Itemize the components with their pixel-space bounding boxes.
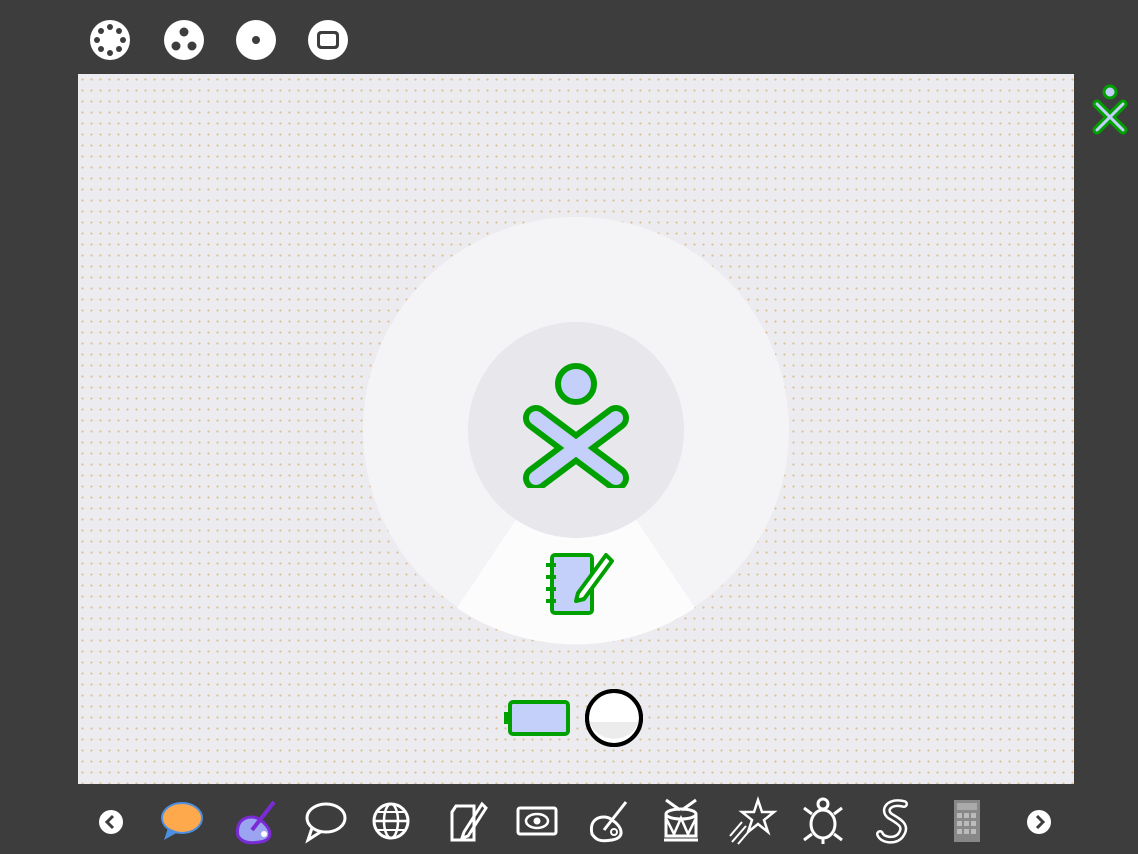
drum-icon <box>664 798 698 842</box>
neighborhood-icon <box>90 20 130 60</box>
scroll-right-button[interactable] <box>1026 809 1052 835</box>
eye-icon <box>516 806 558 836</box>
activity-view-button[interactable] <box>306 18 350 62</box>
journal-icon <box>546 553 614 615</box>
activity-turtle-button[interactable] <box>798 796 848 846</box>
sugar-frame <box>0 0 1138 854</box>
activity-bar <box>0 790 1138 850</box>
turtle-icon <box>803 797 843 844</box>
buddy-xo-button[interactable] <box>1088 82 1132 140</box>
activity-browse-button[interactable] <box>366 796 416 846</box>
paint-icon <box>236 800 276 845</box>
activity-chat-button[interactable] <box>156 796 206 846</box>
journal-activity-button[interactable] <box>538 549 618 625</box>
network-device[interactable] <box>584 688 644 748</box>
activity-icon <box>308 20 348 60</box>
battery-icon <box>504 700 570 736</box>
scroll-left-button[interactable] <box>98 809 124 835</box>
globe-icon <box>372 802 410 840</box>
buddy-xo-icon <box>1092 84 1128 135</box>
group-view-button[interactable] <box>162 18 206 62</box>
activity-star-button[interactable] <box>728 796 778 846</box>
zoom-bar <box>88 18 358 62</box>
network-icon <box>585 689 643 747</box>
chevron-right-icon <box>1027 810 1051 834</box>
activity-tamtam-button[interactable] <box>656 796 706 846</box>
xo-owner-button[interactable] <box>522 360 630 491</box>
activity-record-button[interactable] <box>512 796 562 846</box>
brush-icon <box>589 801 628 843</box>
calculator-icon <box>954 800 980 842</box>
shooting-star-icon <box>729 796 778 845</box>
activity-write-button[interactable] <box>442 796 492 846</box>
activity-paint-outline-button[interactable] <box>584 796 634 846</box>
group-icon <box>164 20 204 60</box>
xo-owner-icon <box>523 363 629 491</box>
snake-icon <box>876 799 908 844</box>
neighborhood-view-button[interactable] <box>88 18 132 62</box>
home-canvas <box>78 74 1074 784</box>
chat-bubble-icon <box>161 802 203 840</box>
activity-chat-outline-button[interactable] <box>300 796 350 846</box>
activity-calculate-button[interactable] <box>942 796 992 846</box>
home-view-button[interactable] <box>234 18 278 62</box>
speech-bubble-icon <box>305 802 347 844</box>
activity-pippy-button[interactable] <box>870 796 920 846</box>
battery-device[interactable] <box>502 698 572 738</box>
home-icon <box>236 20 276 60</box>
activity-paint-button[interactable] <box>230 796 280 846</box>
chevron-left-icon <box>99 810 123 834</box>
write-icon <box>450 801 488 842</box>
